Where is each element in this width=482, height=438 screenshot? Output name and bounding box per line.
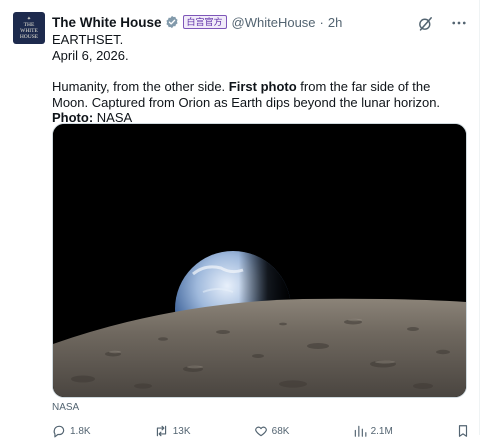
more-icon[interactable] [450, 14, 468, 32]
views-icon [354, 425, 367, 437]
post-header: The White House 白宫官方 @WhiteHouse · 2h [52, 13, 342, 31]
media-caption: NASA [52, 402, 80, 413]
post-text: EARTHSET. April 6, 2026. Humanity, from … [52, 32, 470, 126]
post-paragraph: Humanity, from the other side. First pho… [52, 79, 470, 126]
bold-segment: First photo [228, 79, 297, 94]
repost-icon [156, 425, 166, 437]
views-button[interactable]: 2.1M [353, 424, 393, 438]
text-segment: Humanity, from the other side. [52, 79, 229, 94]
verified-badge-icon[interactable] [165, 15, 179, 29]
author-name[interactable]: The White House [52, 15, 162, 30]
timeline-border [479, 0, 480, 435]
affiliation-badge[interactable]: 白宫官方 [182, 15, 227, 29]
reply-icon [53, 425, 65, 438]
repost-button[interactable]: 13K [154, 424, 191, 438]
separator-dot: · [319, 14, 324, 30]
post-line-title: EARTHSET. [52, 32, 124, 47]
author-handle[interactable]: @WhiteHouse [232, 15, 316, 30]
avatar[interactable]: ✦ THE WHITE HOUSE [13, 12, 45, 44]
action-bar: 1.8K 13K 68K 2.1M [52, 424, 470, 438]
bookmark-button[interactable] [456, 424, 470, 438]
post-image[interactable] [52, 123, 467, 398]
reply-button[interactable]: 1.8K [52, 424, 91, 438]
avatar-text: THE WHITE HOUSE [19, 21, 39, 40]
post-time[interactable]: 2h [328, 15, 342, 30]
grok-icon[interactable] [417, 15, 434, 32]
like-button[interactable]: 68K [254, 424, 289, 438]
earthset-photo [53, 124, 466, 397]
post-top-actions [417, 14, 468, 32]
heart-icon [254, 426, 267, 437]
post-line-date: April 6, 2026. [52, 47, 129, 63]
bookmark-icon [458, 425, 468, 437]
